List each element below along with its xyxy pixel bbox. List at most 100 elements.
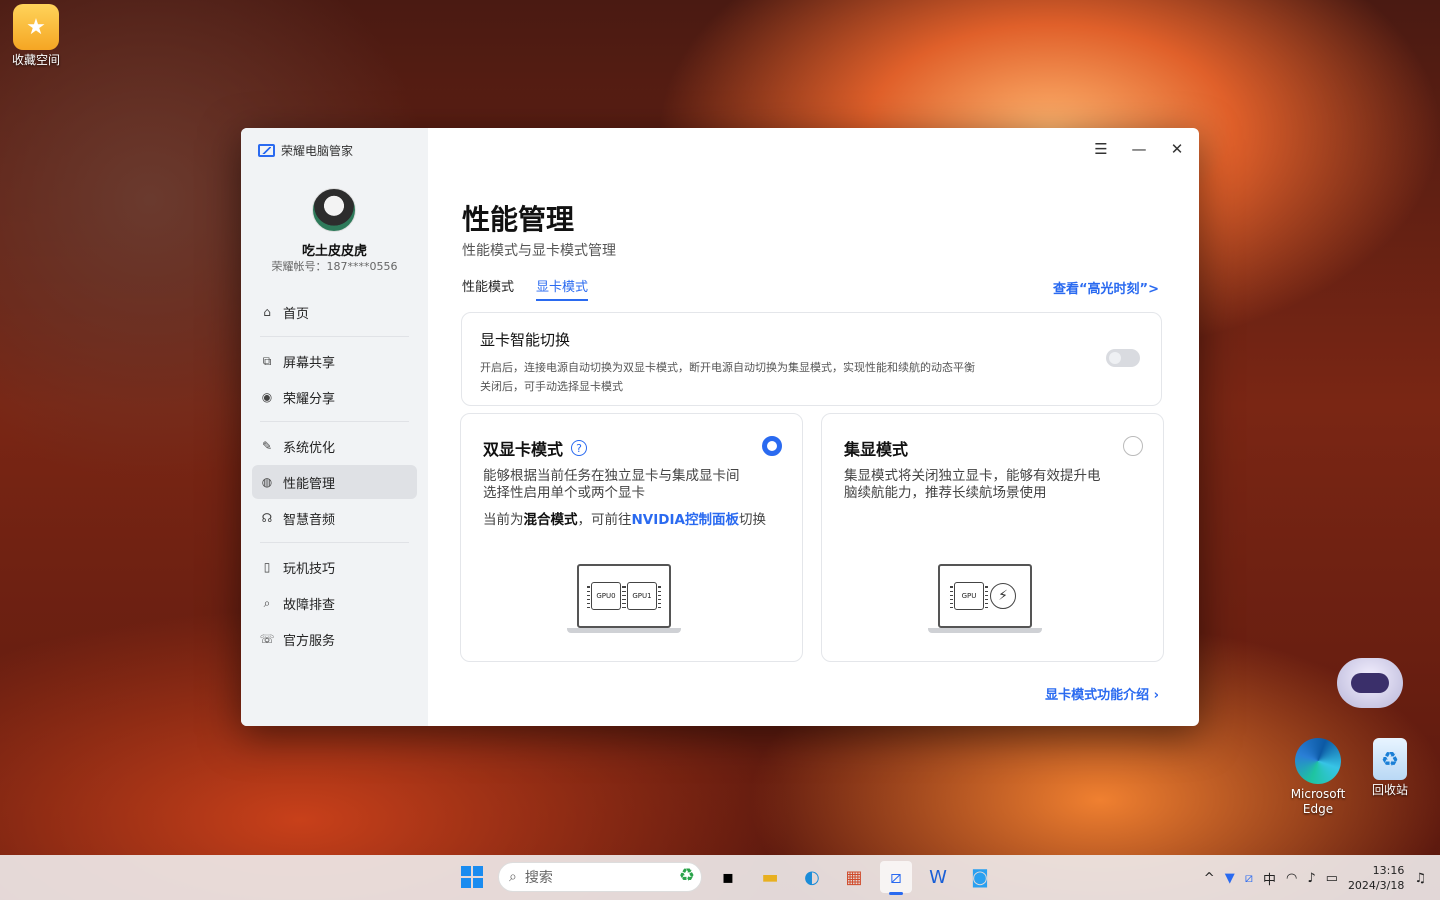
mode-title-text: 双显卡模式	[483, 440, 564, 459]
start-button[interactable]	[456, 861, 488, 893]
edge-icon	[1295, 738, 1341, 784]
desktop-icon-edge[interactable]: Microsoft Edge	[1282, 738, 1354, 817]
dual-gpu-radio[interactable]	[762, 436, 782, 456]
app-window: 荣耀电脑管家 吃土皮皮虎 荣耀帐号：187****0556 ⌂ 首页 ⧉ 屏幕共…	[241, 128, 1199, 726]
search-highlight-icon: ♻	[678, 865, 695, 886]
taskbar: ⌕ 搜索 ♻ ▪ ▬ ◐ ▦ ⧄ W ◙ ^ ▼ ⧄ 中 ◠ ♪ ▭ 13:16…	[0, 855, 1440, 900]
share-icon: ◉	[261, 390, 273, 404]
search-icon: ⌕	[509, 869, 517, 885]
shopping-bag-icon[interactable]: ◙	[964, 861, 996, 893]
sidebar-item-label: 荣耀分享	[283, 391, 336, 407]
mode-desc: 能够根据当前任务在独立显卡与集成显卡间选择性启用单个或两个显卡	[483, 468, 740, 501]
desktop-icon-assistant[interactable]	[1334, 658, 1406, 708]
integrated-gpu-radio[interactable]	[1123, 436, 1143, 456]
mode-tabs: 性能模式 显卡模式	[462, 276, 589, 301]
laptop-base	[928, 628, 1042, 633]
mode-desc: 集显模式将关闭独立显卡，能够有效提升电脑续航能力，推荐长续航场景使用	[844, 468, 1101, 501]
wps-icon[interactable]: W	[922, 861, 954, 893]
dual-gpu-mode-card[interactable]: 双显卡模式 ? 能够根据当前任务在独立显卡与集成显卡间选择性启用单个或两个显卡 …	[460, 413, 803, 662]
sidebar-item-performance[interactable]: ◍ 性能管理	[252, 465, 417, 499]
close-icon[interactable]: ✕	[1169, 140, 1185, 158]
search-placeholder: 搜索	[524, 870, 553, 886]
smart-switch-desc-off: 关闭后，可手动选择显卡模式	[480, 380, 623, 393]
sidebar-item-label: 官方服务	[283, 633, 336, 649]
honor-pc-manager-taskbar-icon[interactable]: ⧄	[880, 861, 912, 895]
chevron-up-icon[interactable]: ^	[1204, 871, 1215, 886]
sidebar: 荣耀电脑管家 吃土皮皮虎 荣耀帐号：187****0556 ⌂ 首页 ⧉ 屏幕共…	[241, 128, 428, 726]
wifi-icon[interactable]: ◠	[1286, 871, 1297, 886]
gpu-mode-intro-link[interactable]: 显卡模式功能介绍 ›	[1045, 684, 1159, 703]
sidebar-item-label: 玩机技巧	[283, 561, 336, 577]
avatar[interactable]	[312, 188, 356, 232]
menu-icon[interactable]: ☰	[1093, 140, 1109, 158]
sidebar-item-optimize[interactable]: ✎ 系统优化	[252, 429, 417, 463]
nvidia-control-panel-link[interactable]: NVIDIA控制面板	[632, 512, 739, 528]
current-mode: 混合模式	[523, 512, 578, 528]
performance-icon: ◍	[261, 475, 273, 489]
windows-logo-icon	[461, 866, 483, 888]
sidebar-item-honor-share[interactable]: ◉ 荣耀分享	[252, 380, 417, 414]
desktop-icon-favorites[interactable]: ★ 收藏空间	[0, 4, 72, 68]
sidebar-item-label: 智慧音频	[283, 512, 336, 528]
home-icon: ⌂	[263, 305, 271, 319]
optimize-icon: ✎	[261, 439, 273, 453]
highlight-moments-link[interactable]: 查看“高光时刻”>	[1053, 278, 1159, 297]
task-view-icon[interactable]: ▪	[712, 861, 744, 893]
mode-title: 集显模式	[844, 440, 909, 459]
sidebar-item-service[interactable]: ☏ 官方服务	[252, 622, 417, 656]
clock[interactable]: 13:16 2024/3/18	[1348, 863, 1404, 893]
gpu1-chip-icon: GPU1	[623, 582, 661, 610]
battery-icon[interactable]: ▭	[1326, 871, 1338, 886]
tab-gpu-mode[interactable]: 显卡模式	[536, 276, 589, 301]
minimize-icon[interactable]: —	[1131, 140, 1147, 158]
power-bolt-icon: ⚡	[990, 583, 1016, 609]
notification-bell-icon[interactable]: ♫	[1414, 871, 1426, 886]
desktop-icon-recycle-bin[interactable]: ♻ 回收站	[1354, 738, 1426, 798]
sidebar-item-home[interactable]: ⌂ 首页	[252, 295, 417, 329]
desktop-icon-label: Microsoft Edge	[1290, 787, 1346, 816]
help-icon[interactable]: ?	[571, 440, 588, 456]
integrated-gpu-mode-card[interactable]: 集显模式 集显模式将关闭独立显卡，能够有效提升电脑续航能力，推荐长续航场景使用 …	[821, 413, 1164, 662]
service-icon: ☏	[259, 632, 275, 646]
smart-switch-title: 显卡智能切换	[480, 331, 571, 349]
ime-indicator[interactable]: 中	[1263, 869, 1276, 888]
desktop-icon-label: 收藏空间	[11, 53, 60, 67]
smart-switch-desc: 开启后，连接电源自动切换为双显卡模式，断开电源自动切换为集显模式，实现性能和续航…	[480, 361, 975, 374]
laptop-integrated-gpu-illustration: GPU ⚡	[928, 564, 1042, 636]
current-mode-text: 当前为混合模式，可前往NVIDIA控制面板切换	[483, 508, 780, 528]
diagnose-icon: ⌕	[263, 595, 271, 610]
time: 13:16	[1372, 864, 1405, 877]
main-content: ☰ — ✕ 性能管理 性能模式与显卡模式管理 性能模式 显卡模式 查看“高光时刻…	[428, 128, 1199, 726]
page-subtitle: 性能模式与显卡模式管理	[462, 243, 616, 259]
sidebar-item-label: 故障排查	[283, 597, 336, 613]
divider	[260, 542, 409, 543]
smart-switch-toggle[interactable]	[1106, 349, 1140, 367]
volume-icon[interactable]: ♪	[1307, 871, 1315, 886]
edge-taskbar-icon[interactable]: ◐	[796, 861, 828, 893]
store-icon[interactable]: ▦	[838, 861, 870, 893]
current-prefix: 当前为	[483, 512, 524, 528]
taskbar-center: ⌕ 搜索 ♻ ▪ ▬ ◐ ▦ ⧄ W ◙	[456, 861, 996, 895]
page-title: 性能管理	[462, 203, 575, 236]
smart-switch-card: 显卡智能切换 开启后，连接电源自动切换为双显卡模式，断开电源自动切换为集显模式，…	[461, 312, 1162, 406]
current-mid: ，可前往	[577, 512, 632, 528]
taskbar-search[interactable]: ⌕ 搜索 ♻	[498, 862, 702, 892]
robot-icon	[1337, 658, 1403, 708]
tray-app-icon[interactable]: ▼	[1225, 871, 1235, 886]
date: 2024/3/18	[1347, 879, 1405, 892]
current-suffix: 切换	[738, 512, 766, 528]
gpu-chip-icon: GPU	[950, 582, 988, 610]
sidebar-item-tips[interactable]: ▯ 玩机技巧	[252, 550, 417, 584]
sidebar-item-audio[interactable]: ☊ 智慧音频	[252, 501, 417, 535]
gpu0-chip-icon: GPU0	[587, 582, 625, 610]
file-explorer-icon[interactable]: ▬	[754, 861, 786, 893]
sidebar-nav: ⌂ 首页 ⧉ 屏幕共享 ◉ 荣耀分享 ✎ 系统优化 ◍ 性能管理 ☊ 智慧音频 …	[252, 295, 417, 658]
laptop-screen: GPU ⚡	[938, 564, 1032, 628]
tips-icon: ▯	[263, 560, 271, 574]
intro-link-text: 显卡模式功能介绍	[1045, 688, 1150, 703]
tab-performance-mode[interactable]: 性能模式	[462, 276, 514, 301]
tray-pc-manager-icon[interactable]: ⧄	[1245, 871, 1253, 886]
sidebar-item-diagnose[interactable]: ⌕ 故障排查	[252, 586, 417, 620]
sidebar-item-screen-share[interactable]: ⧉ 屏幕共享	[252, 344, 417, 378]
system-tray: ^ ▼ ⧄ 中 ◠ ♪ ▭ 13:16 2024/3/18 ♫	[1204, 863, 1426, 893]
